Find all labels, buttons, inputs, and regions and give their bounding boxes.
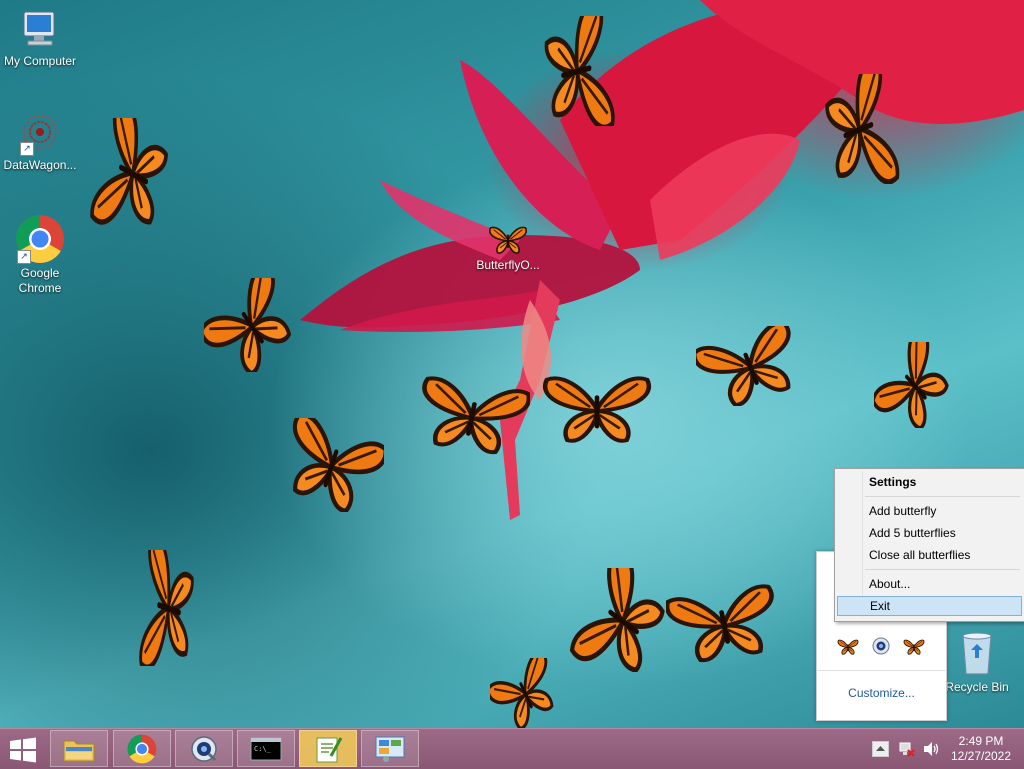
show-hidden-icons-button[interactable] [872,741,889,757]
butterfly-sprite[interactable] [570,568,672,672]
clock-date: 12/27/2022 [950,749,1012,763]
butterfly-sprite[interactable] [874,342,954,428]
taskbar-control-panel-button[interactable] [361,730,419,767]
computer-icon [18,8,62,52]
chevron-up-icon [876,746,885,751]
svg-text:C:\_: C:\_ [254,745,272,753]
desktop-background[interactable]: My Computer ↗ DataWagon... ↗ Google Chro… [0,0,1024,728]
desktop-icon-google-chrome[interactable]: ↗ Google Chrome [0,214,80,296]
customize-link[interactable]: Customize... [817,670,946,715]
butterfly-sprite[interactable] [540,370,654,448]
command-prompt-icon: C:\_ [250,737,282,760]
notepad-plus-plus-icon [316,736,343,762]
desktop-icon-butterfly-on-desktop[interactable]: ButterflyO... [468,224,548,272]
shortcut-arrow-icon: ↗ [20,142,34,156]
butterfly-sprite[interactable] [816,74,906,184]
desktop-icon-label: ButterflyO... [476,258,540,272]
butterfly-sprite[interactable] [414,376,530,456]
desktop-icon-label: Google Chrome [18,266,62,295]
desktop-icon-datawagon[interactable]: ↗ DataWagon... [0,112,80,172]
menu-item-exit[interactable]: Exit [837,596,1022,616]
recycle-bin-icon [957,630,997,678]
shortcut-arrow-icon: ↗ [17,250,31,264]
taskbar-command-prompt-button[interactable]: C:\_ [237,730,295,767]
menu-item-settings[interactable]: Settings [837,472,1022,492]
quicktime-icon [191,735,217,762]
taskbar-notepad-plus-plus-button[interactable] [299,730,357,767]
control-panel-icon [375,736,405,762]
desktop-icon-recycle-bin[interactable]: Recycle Bin [942,630,1012,694]
butterfly-sprite[interactable] [204,278,298,372]
butterfly-sprite[interactable] [696,326,804,406]
clock-time: 2:49 PM [958,734,1004,748]
menu-item-add-5-butterflies[interactable]: Add 5 butterflies [837,523,1022,543]
tray-quicktime-icon[interactable] [871,636,891,656]
network-status-icon[interactable] [898,740,916,758]
start-button[interactable] [8,737,38,763]
butterfly-sprite[interactable] [132,550,202,666]
taskbar: C:\_ 2:49 PM 12/27/2022 [0,728,1024,769]
menu-item-add-butterfly[interactable]: Add butterfly [837,501,1022,521]
windows-logo-icon [10,737,36,763]
butterfly-context-menu: Settings Add butterfly Add 5 butterflies… [834,468,1024,622]
menu-separator [865,569,1020,570]
desktop-icon-label: My Computer [3,54,77,68]
butterfly-sprite[interactable] [86,118,176,228]
tray-butterfly-icon[interactable] [837,638,859,656]
taskbar-clock[interactable]: 2:49 PM 12/27/2022 [946,734,1016,764]
chrome-icon: ↗ [15,214,65,264]
desktop-icon-label: Recycle Bin [945,680,1009,694]
menu-separator [865,496,1020,497]
butterfly-sprite[interactable] [534,16,624,126]
menu-item-close-all-butterflies[interactable]: Close all butterflies [837,545,1022,565]
butterfly-sprite[interactable] [280,418,384,512]
taskbar-file-explorer-button[interactable] [50,730,108,767]
taskbar-chrome-button[interactable] [113,730,171,767]
folder-icon [63,740,95,761]
datawagon-icon: ↗ [18,112,62,156]
butterfly-sprite[interactable] [490,658,560,728]
chrome-icon [127,734,157,763]
desktop-icon-my-computer[interactable]: My Computer [0,8,80,68]
volume-icon[interactable] [922,740,940,758]
butterfly-sprite[interactable] [666,584,782,664]
desktop-icon-label: DataWagon... [3,158,77,172]
taskbar-quicktime-button[interactable] [175,730,233,767]
butterfly-icon [488,224,528,256]
menu-item-about[interactable]: About... [837,574,1022,594]
tray-butterfly-icon[interactable] [903,638,925,656]
